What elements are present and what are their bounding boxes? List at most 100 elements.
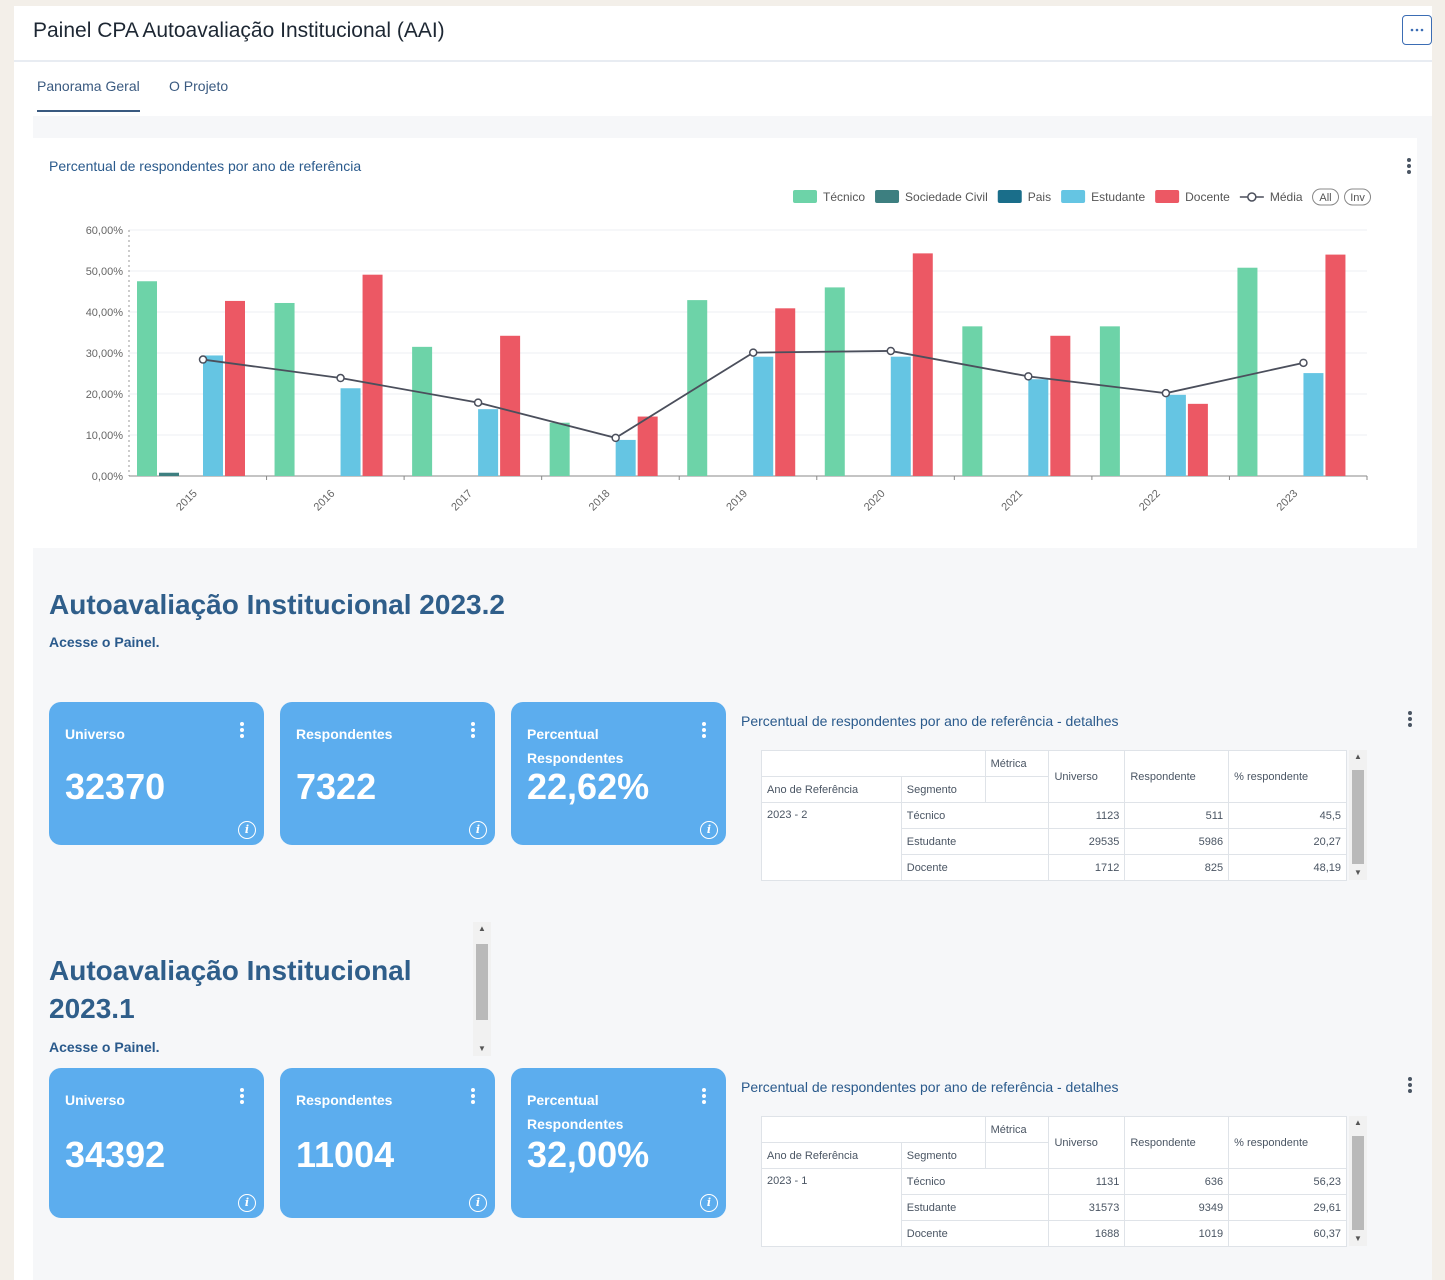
- x-tick-label: 2015: [174, 488, 200, 514]
- pct-cell: 45,5: [1228, 802, 1347, 829]
- legend-toggle-label: All: [1319, 192, 1331, 204]
- bar-estudante: [203, 355, 223, 476]
- legend-label: Pais: [1028, 190, 1051, 204]
- bar-sociedade-civil: [159, 472, 179, 476]
- card-universo-2023-2: Universo 32370 i: [49, 702, 264, 845]
- legend-label: Técnico: [823, 190, 865, 204]
- card-menu-kebab-icon[interactable]: [236, 1086, 248, 1106]
- access-panel-link-2023-2[interactable]: Acesse o Painel.: [49, 634, 160, 650]
- access-panel-link-2023-1[interactable]: Acesse o Painel.: [49, 1039, 160, 1055]
- tab-o-projeto[interactable]: O Projeto: [169, 78, 228, 110]
- bar-técnico: [1237, 267, 1258, 476]
- card-menu-kebab-icon[interactable]: [698, 1086, 710, 1106]
- y-tick-label: 20,00%: [86, 389, 124, 401]
- scroll-up-icon[interactable]: ▲: [1349, 750, 1367, 764]
- row-header: Ano de Referência: [761, 1142, 902, 1169]
- details-pivot-table-2023-2: Métrica Universo Respondente % responden…: [761, 750, 1347, 881]
- table-scrollbar[interactable]: ▲ ▼: [1349, 750, 1367, 880]
- card-menu-kebab-icon[interactable]: [236, 720, 248, 740]
- bar-técnico: [962, 326, 983, 476]
- column-header: Universo: [1048, 1116, 1126, 1169]
- info-icon[interactable]: i: [238, 821, 256, 839]
- info-icon[interactable]: i: [469, 821, 487, 839]
- info-icon[interactable]: i: [469, 1194, 487, 1212]
- card-menu-kebab-icon[interactable]: [698, 720, 710, 740]
- scroll-down-icon[interactable]: ▼: [473, 1042, 491, 1056]
- universo-cell: 1131: [1048, 1168, 1126, 1195]
- pct-cell: 60,37: [1228, 1220, 1347, 1247]
- respondente-cell: 825: [1124, 854, 1230, 881]
- bar-docente: [912, 253, 933, 476]
- bar-estudante: [890, 356, 911, 476]
- x-tick-label: 2021: [999, 488, 1025, 514]
- scroll-thumb[interactable]: [1352, 770, 1364, 864]
- metric-header: Métrica: [984, 750, 1050, 777]
- info-icon[interactable]: i: [238, 1194, 256, 1212]
- card-label: Percentual Respondentes: [527, 1092, 624, 1132]
- card-label: Percentual Respondentes: [527, 726, 624, 766]
- section-scrollbar[interactable]: ▲ ▼: [473, 922, 491, 1056]
- card-label: Universo: [65, 1092, 125, 1108]
- more-options-button[interactable]: [1402, 15, 1432, 45]
- scroll-down-icon[interactable]: ▼: [1349, 1232, 1367, 1246]
- info-icon[interactable]: i: [700, 1194, 718, 1212]
- y-tick-label: 40,00%: [86, 307, 124, 319]
- main-bar-chart: 0,00% 10,00% 20,00% 30,00% 40,00% 50,00% 60,00…: [86, 188, 1372, 514]
- universo-cell: 31573: [1048, 1194, 1126, 1221]
- table-row: 2023 - 2 Técnico 1123 511 45,5: [761, 802, 1347, 881]
- table-menu-kebab-icon[interactable]: [1404, 1075, 1416, 1095]
- period-cell: 2023 - 2: [761, 802, 902, 881]
- x-tick-label: 2016: [312, 488, 338, 514]
- ellipsis-icon: [1410, 28, 1424, 32]
- media-point: [336, 373, 345, 383]
- bar-técnico: [137, 281, 157, 476]
- y-tick-label: 0,00%: [92, 471, 123, 483]
- details-table-title-2023-1: Percentual de respondentes por ano de re…: [741, 1079, 1119, 1095]
- respondente-cell: 9349: [1124, 1194, 1230, 1221]
- x-tick-label: 2017: [449, 488, 475, 514]
- card-value: 11004: [296, 1134, 395, 1175]
- card-respondentes-2023-2: Respondentes 7322 i: [280, 702, 495, 845]
- card-value: 32370: [65, 766, 166, 807]
- bar-estudante: [1165, 394, 1186, 476]
- card-menu-kebab-icon[interactable]: [467, 720, 479, 740]
- media-point: [748, 348, 758, 357]
- respondente-cell: 511: [1124, 802, 1230, 829]
- card-value: 32,00%: [527, 1134, 650, 1175]
- metric-header: Métrica: [984, 1116, 1050, 1143]
- universo-cell: 1688: [1048, 1220, 1126, 1247]
- bar-estudante: [615, 439, 636, 476]
- pct-cell: 29,61: [1228, 1194, 1347, 1221]
- app-title: Painel CPA Autoavaliação Institucional (…: [33, 19, 445, 42]
- info-icon[interactable]: i: [700, 821, 718, 839]
- table-scrollbar[interactable]: ▲ ▼: [1349, 1116, 1367, 1246]
- pct-cell: 20,27: [1228, 828, 1347, 855]
- table-menu-kebab-icon[interactable]: [1404, 709, 1416, 729]
- bar-estudante: [1303, 373, 1324, 476]
- scroll-thumb[interactable]: [476, 944, 488, 1020]
- bar-docente: [500, 335, 521, 476]
- scroll-thumb[interactable]: [1352, 1136, 1364, 1230]
- section-title-2023-1: Autoavaliação Institucional 2023.1: [49, 955, 412, 1024]
- card-label: Universo: [65, 726, 125, 742]
- scroll-up-icon[interactable]: ▲: [1349, 1116, 1367, 1130]
- row-header: Ano de Referência: [761, 776, 902, 803]
- pct-cell: 48,19: [1228, 854, 1347, 881]
- universo-cell: 1123: [1048, 802, 1126, 829]
- legend-swatch: [875, 190, 900, 203]
- segment-cell: Estudante: [900, 1194, 1050, 1221]
- bar-docente: [637, 416, 658, 476]
- segment-cell: Docente: [900, 1220, 1050, 1247]
- legend-swatch: [793, 190, 817, 203]
- bar-docente: [1325, 254, 1346, 476]
- media-point: [198, 355, 208, 364]
- scroll-down-icon[interactable]: ▼: [1349, 866, 1367, 880]
- tab-panorama-geral[interactable]: Panorama Geral: [37, 78, 140, 112]
- card-menu-kebab-icon[interactable]: [467, 1086, 479, 1106]
- top-header: Painel CPA Autoavaliação Institucional (…: [14, 6, 1432, 62]
- period-cell: 2023 - 1: [761, 1168, 902, 1247]
- card-universo-2023-1: Universo 34392 i: [49, 1068, 264, 1218]
- column-header: Respondente: [1124, 750, 1230, 803]
- scroll-up-icon[interactable]: ▲: [473, 922, 491, 936]
- legend-label: Sociedade Civil: [905, 190, 988, 204]
